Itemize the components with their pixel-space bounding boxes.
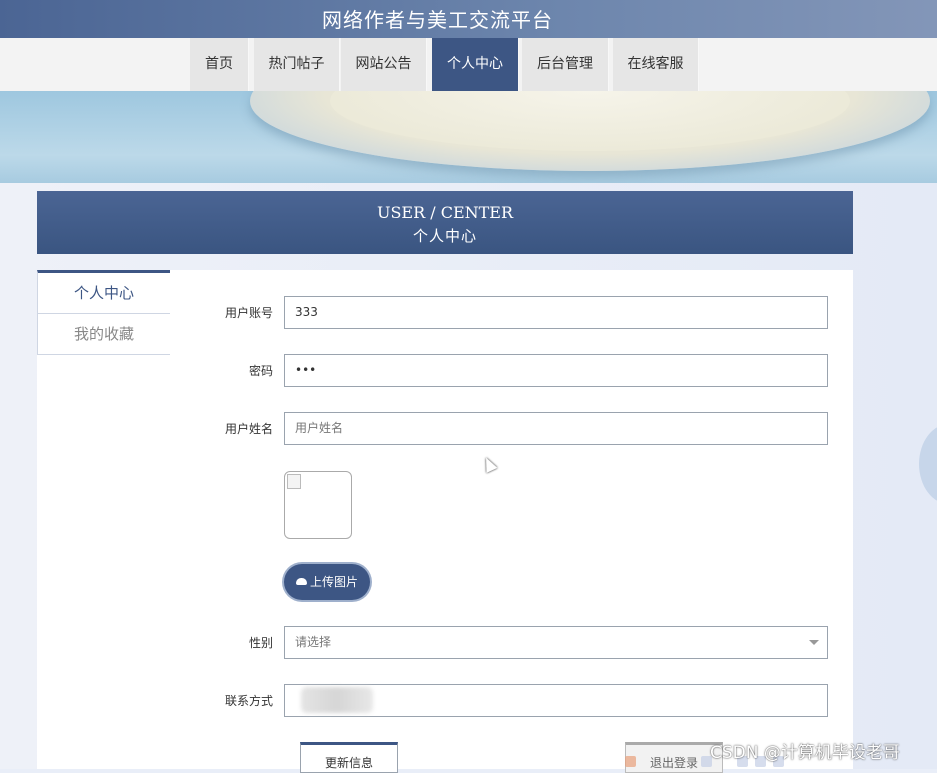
watermark: CSDN @计算机毕设老哥: [710, 743, 900, 763]
gender-select-value: 请选择: [295, 635, 332, 649]
nav-admin[interactable]: 后台管理: [522, 38, 609, 91]
page-header: USER / CENTER 个人中心: [37, 191, 853, 254]
redacted-value: [301, 687, 373, 713]
gender-label: 性别: [248, 636, 273, 650]
realname-row: 用户姓名 用户姓名: [37, 412, 853, 446]
user-center-panel: 个人中心 我的收藏 用户账号 333 密码 ••• 用户姓名 用户姓名 上传图片…: [37, 270, 853, 773]
gender-row: 性别 请选择: [37, 626, 853, 660]
contact-row: 联系方式: [37, 684, 853, 718]
chevron-down-icon: [809, 640, 819, 645]
contact-input[interactable]: [284, 684, 828, 717]
cloud-upload-icon: [295, 578, 307, 585]
top-bar: 网络作者与美工交流平台: [0, 0, 937, 38]
nav-hot-posts[interactable]: 热门帖子: [254, 38, 340, 91]
page-header-zh: 个人中心: [412, 227, 477, 245]
username-input[interactable]: 333: [284, 296, 828, 329]
update-info-button[interactable]: 更新信息: [300, 742, 398, 773]
upload-button-label: 上传图片: [309, 575, 358, 589]
contact-label: 联系方式: [224, 694, 273, 708]
banner-image: [0, 91, 937, 183]
broken-image-icon: [287, 474, 301, 489]
nav-online-service[interactable]: 在线客服: [613, 38, 699, 91]
avatar-preview: [284, 471, 352, 539]
password-label: 密码: [248, 364, 273, 378]
password-input[interactable]: •••: [284, 354, 828, 387]
site-title: 网络作者与美工交流平台: [322, 8, 553, 32]
upload-image-button[interactable]: 上传图片: [284, 564, 370, 600]
page-header-en: USER / CENTER: [376, 203, 514, 222]
realname-input[interactable]: 用户姓名: [284, 412, 828, 445]
nav-announcements[interactable]: 网站公告: [341, 38, 427, 91]
gender-select[interactable]: 请选择: [284, 626, 828, 659]
main-nav: 首页 热门帖子 网站公告 个人中心 后台管理 在线客服: [0, 38, 937, 92]
password-row: 密码 •••: [37, 354, 853, 388]
toolbar-s-icon: [625, 756, 636, 767]
realname-label: 用户姓名: [224, 422, 273, 436]
username-row: 用户账号 333: [37, 296, 853, 330]
username-label: 用户账号: [224, 306, 273, 320]
nav-user-center[interactable]: 个人中心: [432, 38, 519, 91]
nav-home[interactable]: 首页: [190, 38, 249, 91]
